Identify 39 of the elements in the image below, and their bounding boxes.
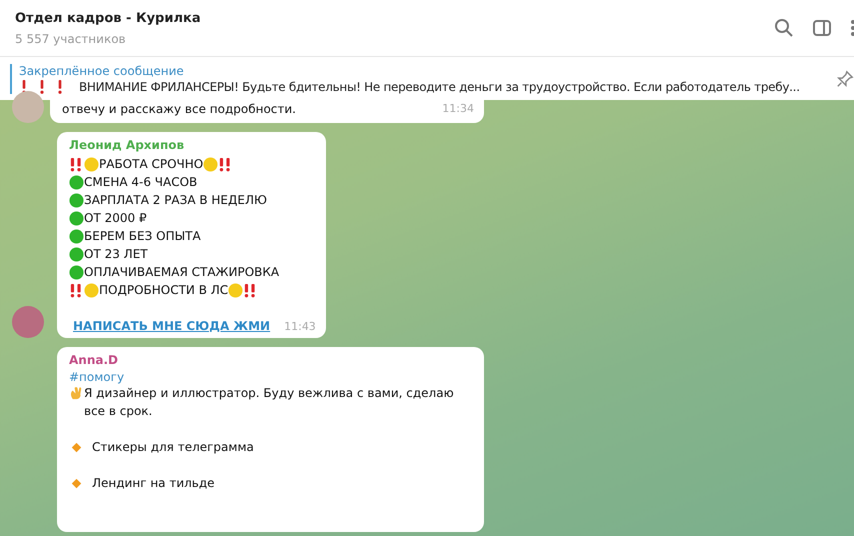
hashtag-link[interactable]: #помогу <box>69 370 474 384</box>
circle-icon <box>69 228 84 244</box>
message-text: отвечу и расскажу все подробности. <box>62 101 296 118</box>
search-icon[interactable] <box>774 18 794 38</box>
message-text: РАБОТА СРОЧНО <box>99 156 204 173</box>
message-text: БЕРЕМ БЕЗ ОПЫТА <box>84 228 201 245</box>
message-time: 11:34 <box>441 101 474 117</box>
circle-icon <box>69 264 84 280</box>
pinned-text: ВНИМАНИЕ ФРИЛАНСЕРЫ! Будьте бдительны! Не переводите деньги за трудоустройство. Если работодатель требу... <box>79 80 800 94</box>
message-link[interactable]: НАПИСАТЬ МНЕ СЮДА ЖМИ <box>73 319 270 333</box>
circle-icon <box>69 174 84 190</box>
message-text: Я дизайнер и иллюстратор. Буду вежлива с вами, сделаю все в срок. <box>84 385 455 420</box>
message-text: ОПЛАЧИВАЕМАЯ СТАЖИРОВКА <box>84 264 280 281</box>
message-text: ПОДРОБНОСТИ В ЛС <box>99 282 228 299</box>
message-text: ОТ 2000 ₽ <box>84 210 147 227</box>
circle-icon <box>69 192 84 208</box>
message-text: Лендинг на тильде <box>92 475 215 492</box>
exclamation-icon <box>57 80 63 94</box>
author-name[interactable]: Anna.D <box>69 353 474 367</box>
pinned-label: Закреплённое сообщение <box>19 64 185 78</box>
pin-icon[interactable] <box>836 70 854 88</box>
exclamation-icon <box>39 80 45 94</box>
member-count: 5 557 участников <box>15 32 127 46</box>
message-text: Стикеры для телеграмма <box>92 439 254 456</box>
pinned-message-bar[interactable]: Закреплённое сообщение ВНИМАНИЕ ФРИЛАНСЕРЫ! Будьте бдительны! Не переводите деньги за трудоустройство. Если работодатель требу... <box>0 57 854 100</box>
circle-icon <box>228 282 244 298</box>
author-name[interactable]: Леонид Архипов <box>69 138 316 152</box>
message-text: СМЕНА 4-6 ЧАСОВ <box>84 174 198 191</box>
message-text: ОТ 23 ЛЕТ <box>84 246 148 263</box>
chat-title: Отдел кадров - Курилка <box>15 10 202 26</box>
message-text: ЗАРПЛАТА 2 РАЗА В НЕДЕЛЮ <box>84 192 267 209</box>
circle-icon <box>69 246 84 262</box>
circle-icon <box>69 210 84 226</box>
circle-icon <box>84 282 99 298</box>
sidebar-toggle-icon[interactable] <box>812 18 832 38</box>
circle-icon <box>203 156 218 172</box>
waving-hand-icon <box>69 385 84 400</box>
message-time: 11:43 <box>283 320 316 333</box>
circle-icon <box>84 156 99 172</box>
